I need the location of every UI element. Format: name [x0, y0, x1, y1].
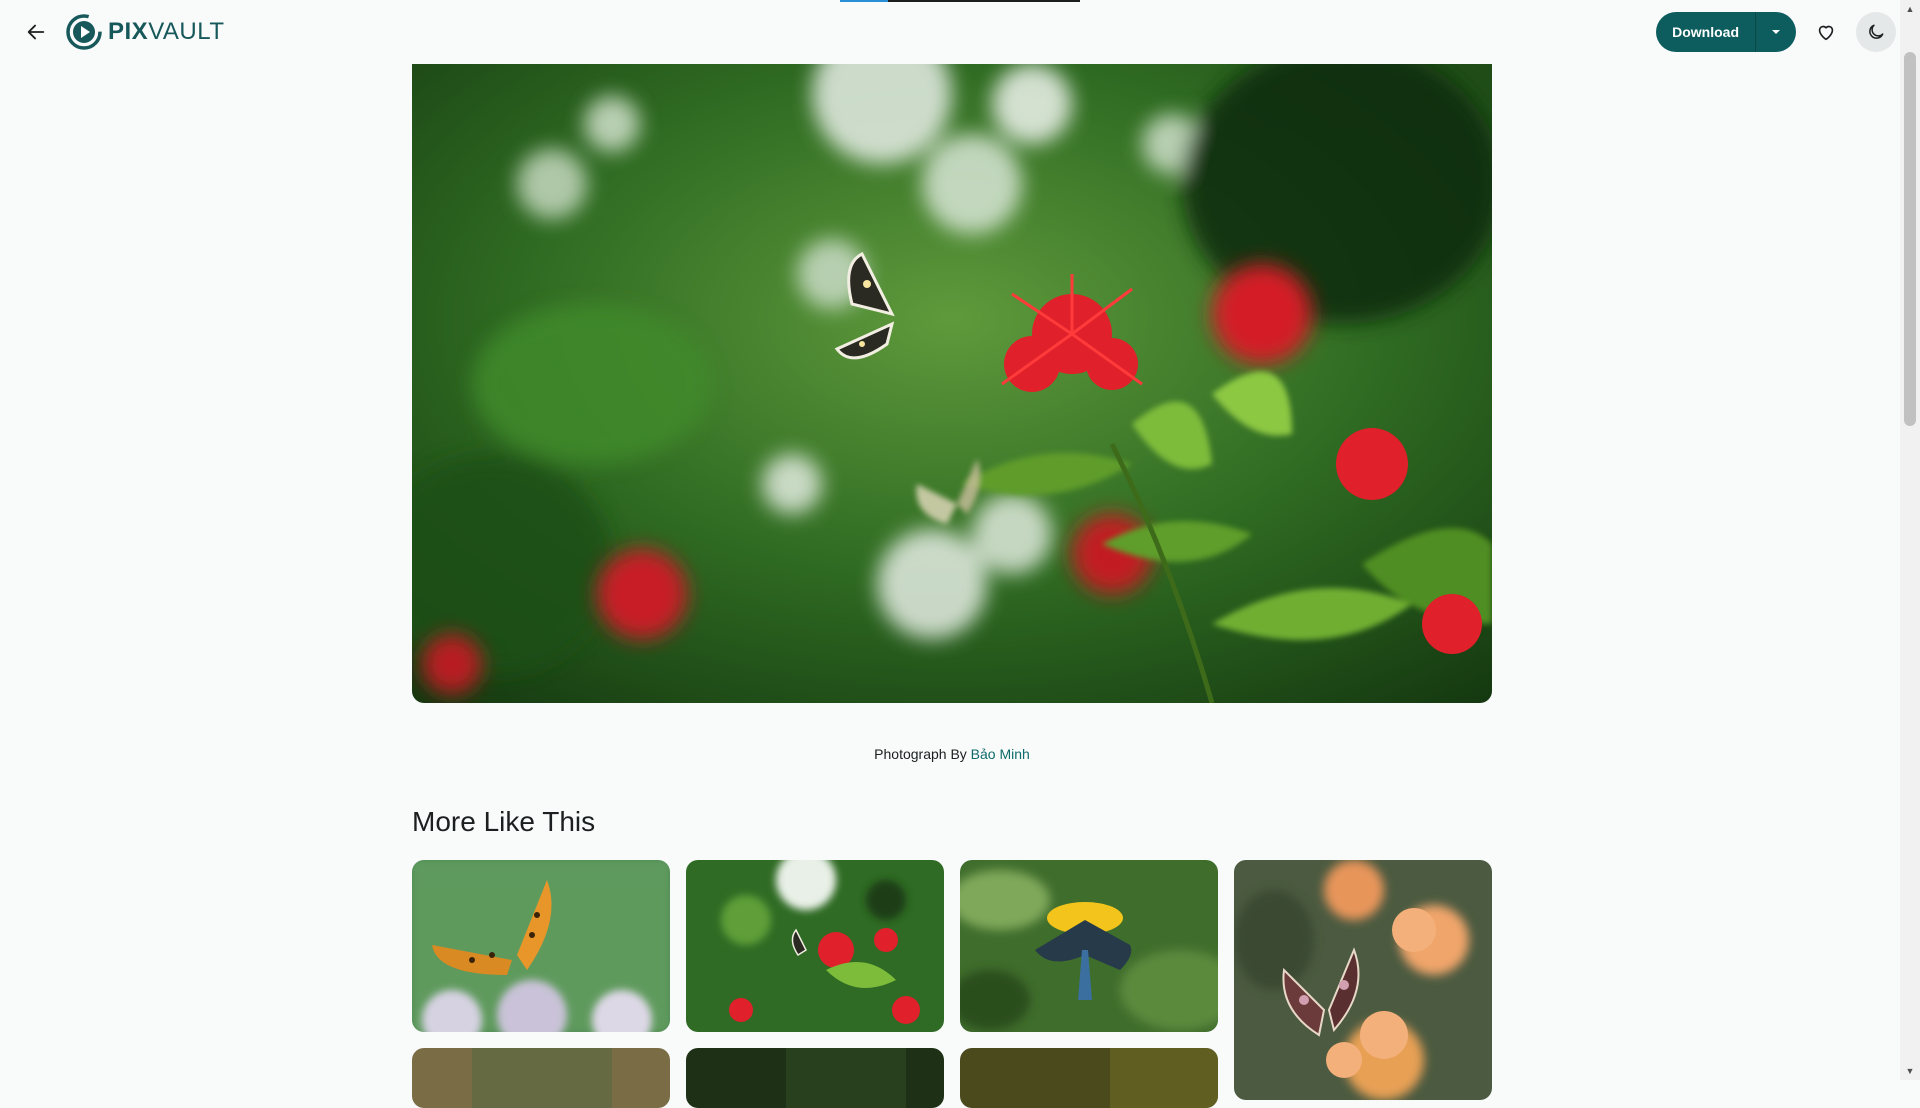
thumbnail-card[interactable] — [686, 1048, 944, 1108]
credit-prefix: Photograph By — [874, 746, 967, 762]
thumbnail-card[interactable] — [960, 860, 1218, 1032]
thumbnail-card[interactable] — [412, 1048, 670, 1108]
thumbnail-card[interactable] — [686, 860, 944, 1032]
section-title: More Like This — [412, 806, 596, 837]
download-options-button[interactable] — [1756, 12, 1796, 52]
download-button[interactable]: Download — [1656, 12, 1755, 52]
chevron-down-icon — [1772, 30, 1780, 34]
back-arrow-icon — [27, 24, 45, 40]
author-link[interactable]: Bảo Minh — [971, 746, 1030, 762]
photo-credit: Photograph By Bảo Minh — [412, 746, 1492, 762]
pixvault-logo-icon — [66, 14, 102, 50]
heart-icon — [1818, 25, 1834, 41]
logo-text: PIXVAULT — [108, 18, 225, 45]
scrollbar-thumb[interactable] — [1904, 52, 1916, 426]
hero-photo — [412, 64, 1492, 703]
moon-icon — [1869, 24, 1884, 39]
vertical-scrollbar[interactable]: ▲ ▼ — [1900, 0, 1920, 1080]
pixvault-logo[interactable]: PIXVAULT — [66, 14, 224, 50]
theme-toggle-button[interactable] — [1856, 12, 1896, 52]
scroll-up-arrow-icon[interactable]: ▲ — [1900, 0, 1920, 18]
back-button[interactable] — [16, 12, 56, 52]
favorite-button[interactable] — [1806, 12, 1846, 52]
download-split-button: Download — [1656, 12, 1796, 52]
thumbnail-card[interactable] — [1234, 860, 1492, 1100]
scroll-down-arrow-icon[interactable]: ▼ — [1900, 1062, 1920, 1080]
thumbnail-card[interactable] — [412, 860, 670, 1032]
top-header: PIXVAULT Download — [0, 0, 1900, 64]
thumbnail-card[interactable] — [960, 1048, 1218, 1108]
